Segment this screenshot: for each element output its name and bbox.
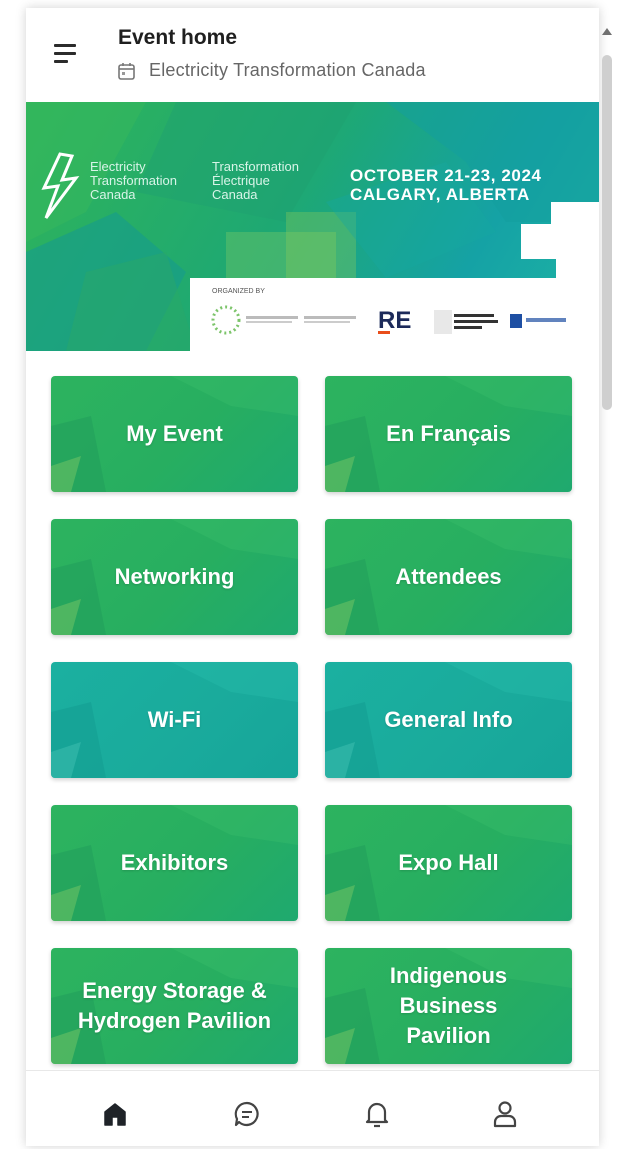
exhibitors-tile[interactable]: Exhibitors [51, 805, 298, 921]
bottom-navigation [26, 1070, 599, 1146]
banner-date: OCTOBER 21-23, 2024 [350, 166, 542, 185]
en-francais-tile[interactable]: En Français [325, 376, 572, 492]
organized-by-label: ORGANIZED BY [212, 288, 265, 295]
banner-en-line-1: Electricity [90, 159, 146, 174]
event-banner: Electricity Transformation Canada Transf… [26, 102, 599, 351]
nav-home-button[interactable] [98, 1097, 132, 1131]
italian-exhibition-group-logo-icon [434, 310, 498, 334]
tile-label: Attendees [395, 564, 502, 589]
home-icon [104, 1103, 126, 1126]
attendees-tile[interactable]: Attendees [325, 519, 572, 635]
page-title: Event home [118, 26, 238, 49]
tile-label: Expo Hall [398, 850, 499, 875]
banner-fr-line-1: Transformation [212, 159, 299, 174]
banner-en-line-3: Canada [90, 187, 136, 202]
networking-tile[interactable]: Networking [51, 519, 298, 635]
tile-label: My Event [126, 421, 223, 446]
banner-en-line-2: Transformation [90, 173, 177, 188]
tile-label: Exhibitors [120, 850, 229, 875]
event-name: Electricity Transformation Canada [149, 60, 426, 80]
nav-messages-button[interactable] [230, 1097, 264, 1131]
tile-label: Networking [114, 564, 235, 589]
tile-label: Wi-Fi [147, 707, 202, 732]
nav-notifications-button[interactable] [360, 1097, 394, 1131]
electricity-bolt-logo-icon [38, 152, 82, 227]
scrollbar-thumb[interactable] [602, 55, 612, 410]
banner-date-location: OCTOBER 21-23, 2024 CALGARY, ALBERTA [350, 166, 542, 204]
banner-name-english: Electricity Transformation Canada [90, 160, 177, 202]
app-screen: Event home Electricity Transformation Ca… [26, 8, 599, 1146]
tile-label: Indigenous Business Pavilion [389, 963, 508, 1048]
nav-profile-button[interactable] [488, 1097, 522, 1131]
banner-fr-line-3: Canada [212, 187, 258, 202]
banner-fr-line-2: Électrique [212, 173, 270, 188]
bell-icon [365, 1102, 389, 1128]
re-logo-icon: RE [378, 307, 411, 334]
banner-name-french: Transformation Électrique Canada [212, 160, 299, 202]
user-icon [493, 1101, 517, 1128]
expo-hall-tile[interactable]: Expo Hall [325, 805, 572, 921]
calendar-icon [118, 62, 135, 80]
organizers-panel: ORGANIZED BY RE [190, 278, 599, 351]
tile-label: General Info [384, 707, 513, 732]
organizer-logos: RE [211, 305, 566, 335]
wifi-tile[interactable]: Wi-Fi [51, 662, 298, 778]
indigenous-business-pavilion-tile[interactable]: Indigenous Business Pavilion [325, 948, 572, 1064]
svg-text:RE: RE [378, 307, 411, 334]
my-event-tile[interactable]: My Event [51, 376, 298, 492]
banner-location: CALGARY, ALBERTA [350, 185, 530, 204]
chat-icon [234, 1101, 259, 1127]
scroll-up-arrow-icon[interactable] [602, 28, 612, 35]
tile-label: En Français [386, 421, 511, 446]
deutsche-messe-logo-icon [510, 314, 566, 328]
tile-label: Energy Storage & Hydrogen Pavilion [77, 978, 272, 1033]
hamburger-menu-icon[interactable] [54, 42, 80, 64]
electricity-canada-logo-icon [211, 305, 356, 335]
energy-storage-hydrogen-pavilion-tile[interactable]: Energy Storage & Hydrogen Pavilion [51, 948, 298, 1064]
general-info-tile[interactable]: General Info [325, 662, 572, 778]
app-header: Event home Electricity Transformation Ca… [26, 8, 599, 102]
event-subtitle: Electricity Transformation Canada [118, 60, 426, 81]
